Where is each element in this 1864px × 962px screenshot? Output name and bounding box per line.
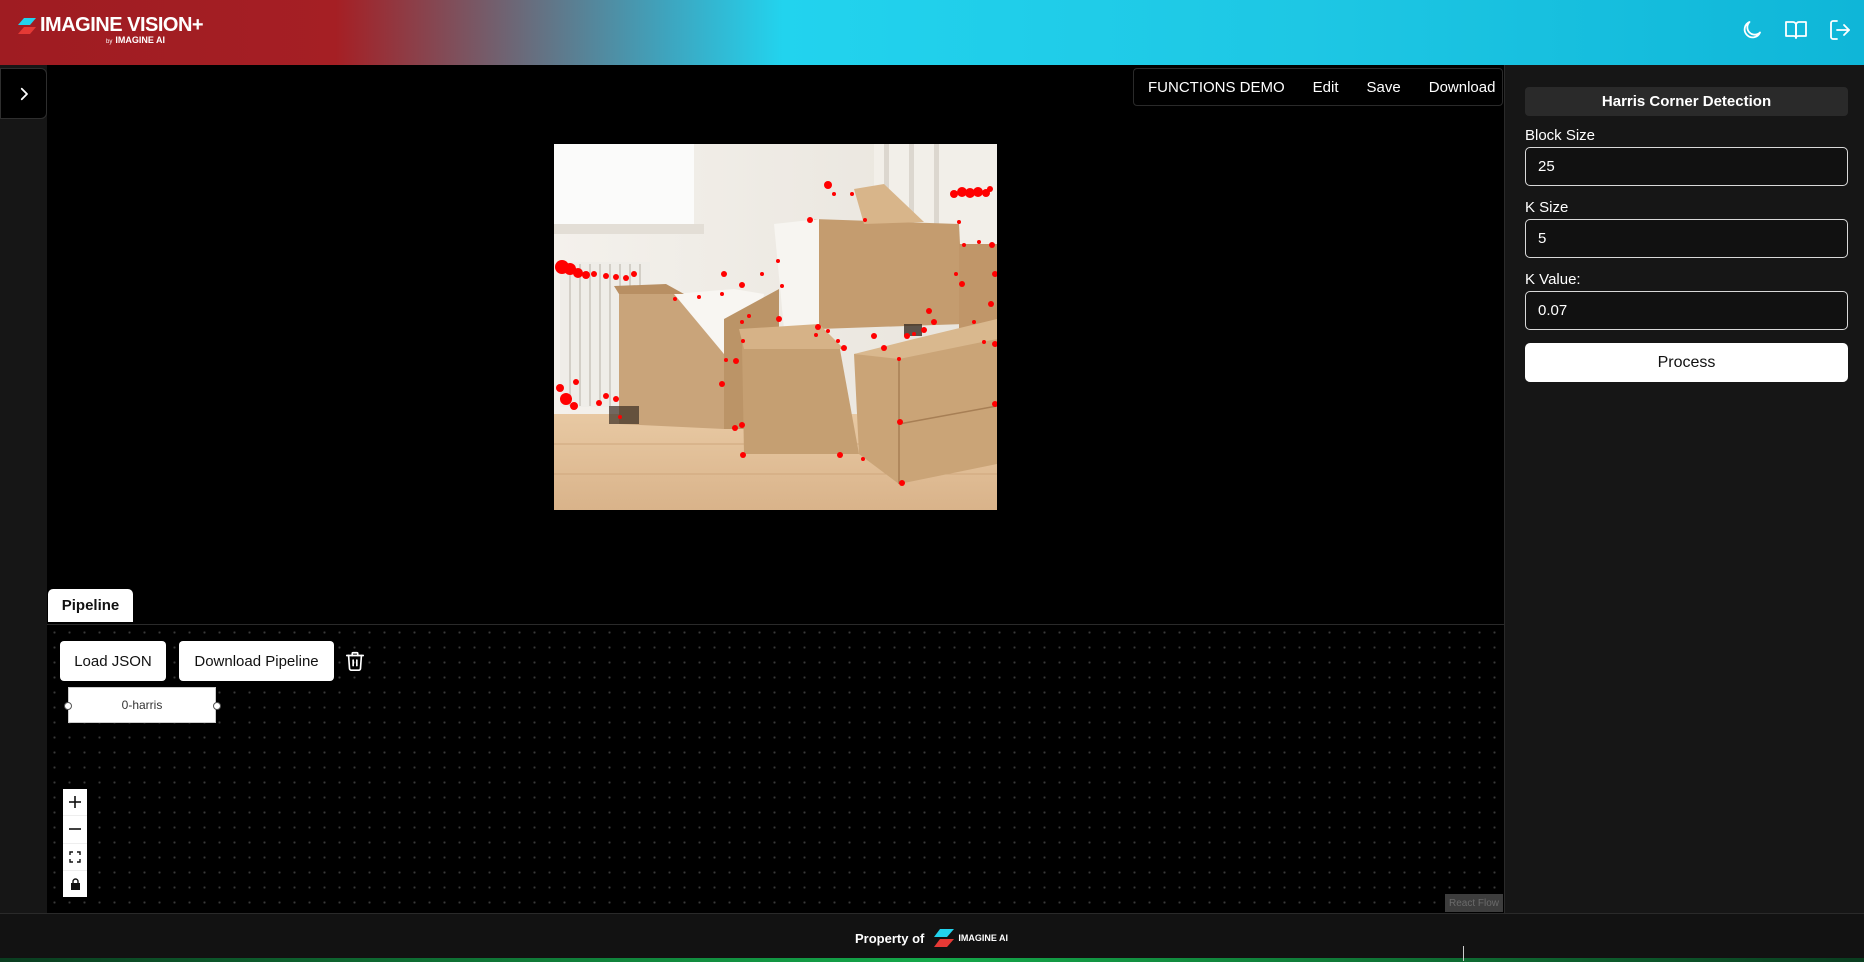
panel-title: Harris Corner Detection — [1525, 87, 1848, 116]
process-button[interactable]: Process — [1525, 343, 1848, 382]
zoom-out-button[interactable] — [63, 816, 87, 844]
block-size-input[interactable] — [1525, 147, 1848, 186]
fit-view-icon — [69, 850, 81, 863]
sidebar-toggle-button[interactable] — [0, 68, 47, 119]
tab-pipeline[interactable]: Pipeline — [48, 589, 133, 622]
footer-accent-bar — [0, 958, 1864, 962]
download-pipeline-button[interactable]: Download Pipeline — [179, 641, 334, 681]
lock-button[interactable] — [63, 871, 87, 897]
brand-mark-icon — [18, 17, 36, 34]
top-header: IMAGINE VISION+ by IMAGINE AI — [0, 0, 1864, 65]
k-value-label: K Value: — [1525, 271, 1581, 288]
block-size-label: Block Size — [1525, 127, 1596, 144]
plus-icon — [69, 796, 81, 809]
menu-functions-demo[interactable]: FUNCTIONS DEMO — [1148, 79, 1285, 96]
node-input-handle[interactable] — [64, 702, 72, 710]
brand-logo[interactable]: IMAGINE VISION+ by IMAGINE AI — [18, 14, 204, 45]
trash-icon[interactable] — [344, 650, 366, 672]
footer-company: IMAGINE AI — [958, 933, 1009, 943]
node-output-handle[interactable] — [213, 702, 221, 710]
top-menubar: FUNCTIONS DEMO Edit Save Download — [1133, 68, 1503, 106]
left-sidebar — [0, 65, 47, 913]
brand-by: by — [106, 39, 113, 45]
fit-view-button[interactable] — [63, 844, 87, 871]
imagine-ai-logo-icon — [934, 929, 955, 947]
divider — [1463, 946, 1464, 961]
chevron-right-icon — [20, 87, 28, 100]
load-json-button[interactable]: Load JSON — [60, 641, 166, 681]
menu-edit[interactable]: Edit — [1313, 79, 1339, 96]
menu-save[interactable]: Save — [1367, 79, 1401, 96]
footer: Property of IMAGINE AI — [0, 913, 1864, 962]
zoom-in-button[interactable] — [63, 789, 87, 817]
react-flow-attribution[interactable]: React Flow — [1445, 894, 1503, 912]
processed-image — [554, 144, 997, 510]
minus-icon — [69, 828, 81, 831]
brand-company: IMAGINE AI — [115, 35, 166, 45]
flow-controls — [63, 789, 87, 897]
footer-property-text: Property of — [855, 930, 925, 946]
footer-logo: IMAGINE AI — [934, 928, 1008, 948]
book-icon[interactable] — [1784, 18, 1808, 42]
logout-icon[interactable] — [1828, 18, 1852, 42]
k-value-input[interactable] — [1525, 291, 1848, 330]
k-size-input[interactable] — [1525, 219, 1848, 258]
parameters-panel: Harris Corner Detection Block Size K Siz… — [1504, 65, 1864, 913]
moon-icon[interactable] — [1740, 18, 1764, 42]
brand-name: IMAGINE VISION+ — [40, 14, 204, 36]
menu-download[interactable]: Download — [1429, 79, 1496, 96]
pipeline-node[interactable]: 0-harris — [68, 687, 216, 723]
k-size-label: K Size — [1525, 199, 1569, 216]
lock-icon — [70, 878, 80, 890]
